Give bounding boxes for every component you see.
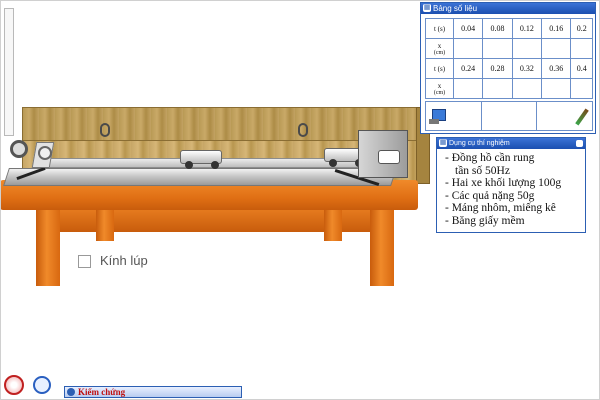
- magnifier-checkbox[interactable]: [78, 255, 91, 268]
- verify-icon: [67, 388, 75, 396]
- table-leg: [324, 205, 342, 241]
- vertical-scroll-track[interactable]: [4, 8, 14, 136]
- t-header: t (s): [425, 18, 454, 39]
- cart-wheel-icon: [185, 161, 193, 169]
- table-leg: [370, 200, 394, 286]
- table-row: x (cm): [425, 78, 593, 99]
- x-header: x (cm): [425, 78, 454, 99]
- x-cell[interactable]: [570, 78, 593, 99]
- box-latch: [100, 123, 110, 137]
- t-cell: 0.08: [482, 18, 513, 39]
- table-row: x (cm): [425, 38, 593, 59]
- list-item: - Băng giấy mềm: [445, 214, 525, 227]
- verify-label: Kiểm chứng: [78, 387, 126, 397]
- cart-wheel-icon: [211, 161, 219, 169]
- x-cell[interactable]: [452, 78, 484, 99]
- t-cell: 0.12: [511, 18, 543, 39]
- t-cell: 0.24: [452, 58, 484, 79]
- close-icon[interactable]: [576, 140, 583, 147]
- clear-button[interactable]: [537, 102, 592, 130]
- list-item: tần số 50Hz: [455, 164, 510, 177]
- list-item: - Các quả nặng 50g: [445, 189, 535, 202]
- zoom-icon[interactable]: [33, 376, 51, 394]
- t-cell: 0.32: [511, 58, 543, 79]
- data-table: t (s) 0.04 0.08 0.12 0.16 0.2 x (cm) t (s…: [425, 18, 593, 99]
- vibration-timer-face: [378, 150, 400, 164]
- x-cell[interactable]: [482, 38, 513, 59]
- table-leg: [36, 200, 60, 286]
- reset-button[interactable]: [4, 375, 24, 395]
- verify-tab[interactable]: Kiểm chứng: [64, 386, 242, 398]
- magnifier-label: Kính lúp: [100, 253, 148, 268]
- list-item: - Đồng hồ cần rung: [445, 152, 535, 164]
- x-cell[interactable]: [541, 78, 572, 99]
- t-cell: 0.28: [482, 58, 513, 79]
- table-row: t (s) 0.04 0.08 0.12 0.16 0.2: [425, 18, 593, 39]
- t-cell: 0.4: [570, 58, 593, 79]
- x-header: x (cm): [425, 38, 454, 59]
- x-cell[interactable]: [482, 78, 513, 99]
- t-cell: 0.36: [541, 58, 572, 79]
- list-item: - Hai xe khối lượng 100g: [445, 177, 562, 189]
- x-cell[interactable]: [541, 38, 572, 59]
- equipment-window-title: Dụng cụ thí nghiệm: [449, 140, 510, 147]
- equipment-window[interactable]: ▦ Dụng cụ thí nghiệm - Đồng hồ cần rung …: [436, 137, 586, 233]
- pulley-wheel-icon: [38, 146, 52, 160]
- t-header: t (s): [425, 58, 454, 79]
- table-leg: [96, 205, 114, 241]
- data-table-window[interactable]: ▦ Bảng số liệu t (s) 0.04 0.08 0.12 0.16…: [420, 2, 596, 134]
- table-row: t (s) 0.24 0.28 0.32 0.36 0.4: [425, 58, 593, 79]
- data-window-toolbar: [425, 101, 593, 131]
- cart-wheel-icon: [329, 159, 337, 167]
- x-cell[interactable]: [511, 38, 543, 59]
- toolbar-empty-cell: [482, 102, 538, 130]
- equipment-list: - Đồng hồ cần rung tần số 50Hz - Hai xe …: [437, 149, 585, 227]
- brush-icon: [575, 108, 589, 126]
- data-window-titlebar[interactable]: ▦ Bảng số liệu: [421, 3, 595, 14]
- t-cell: 0.16: [541, 18, 572, 39]
- t-cell: 0.2: [570, 18, 593, 39]
- computer-icon: [429, 109, 446, 124]
- data-window-title: Bảng số liệu: [433, 4, 478, 13]
- window-icon: ▦: [423, 4, 431, 12]
- x-cell[interactable]: [452, 38, 484, 59]
- computer-button[interactable]: [426, 102, 482, 130]
- list-item: - Máng nhôm, miếng kê: [445, 202, 556, 214]
- window-icon: ▦: [439, 139, 447, 147]
- x-cell[interactable]: [511, 78, 543, 99]
- box-latch: [298, 123, 308, 137]
- pulley-icon: [10, 140, 28, 158]
- x-cell[interactable]: [570, 38, 593, 59]
- t-cell: 0.04: [452, 18, 484, 39]
- equipment-window-titlebar[interactable]: ▦ Dụng cụ thí nghiệm: [437, 138, 585, 149]
